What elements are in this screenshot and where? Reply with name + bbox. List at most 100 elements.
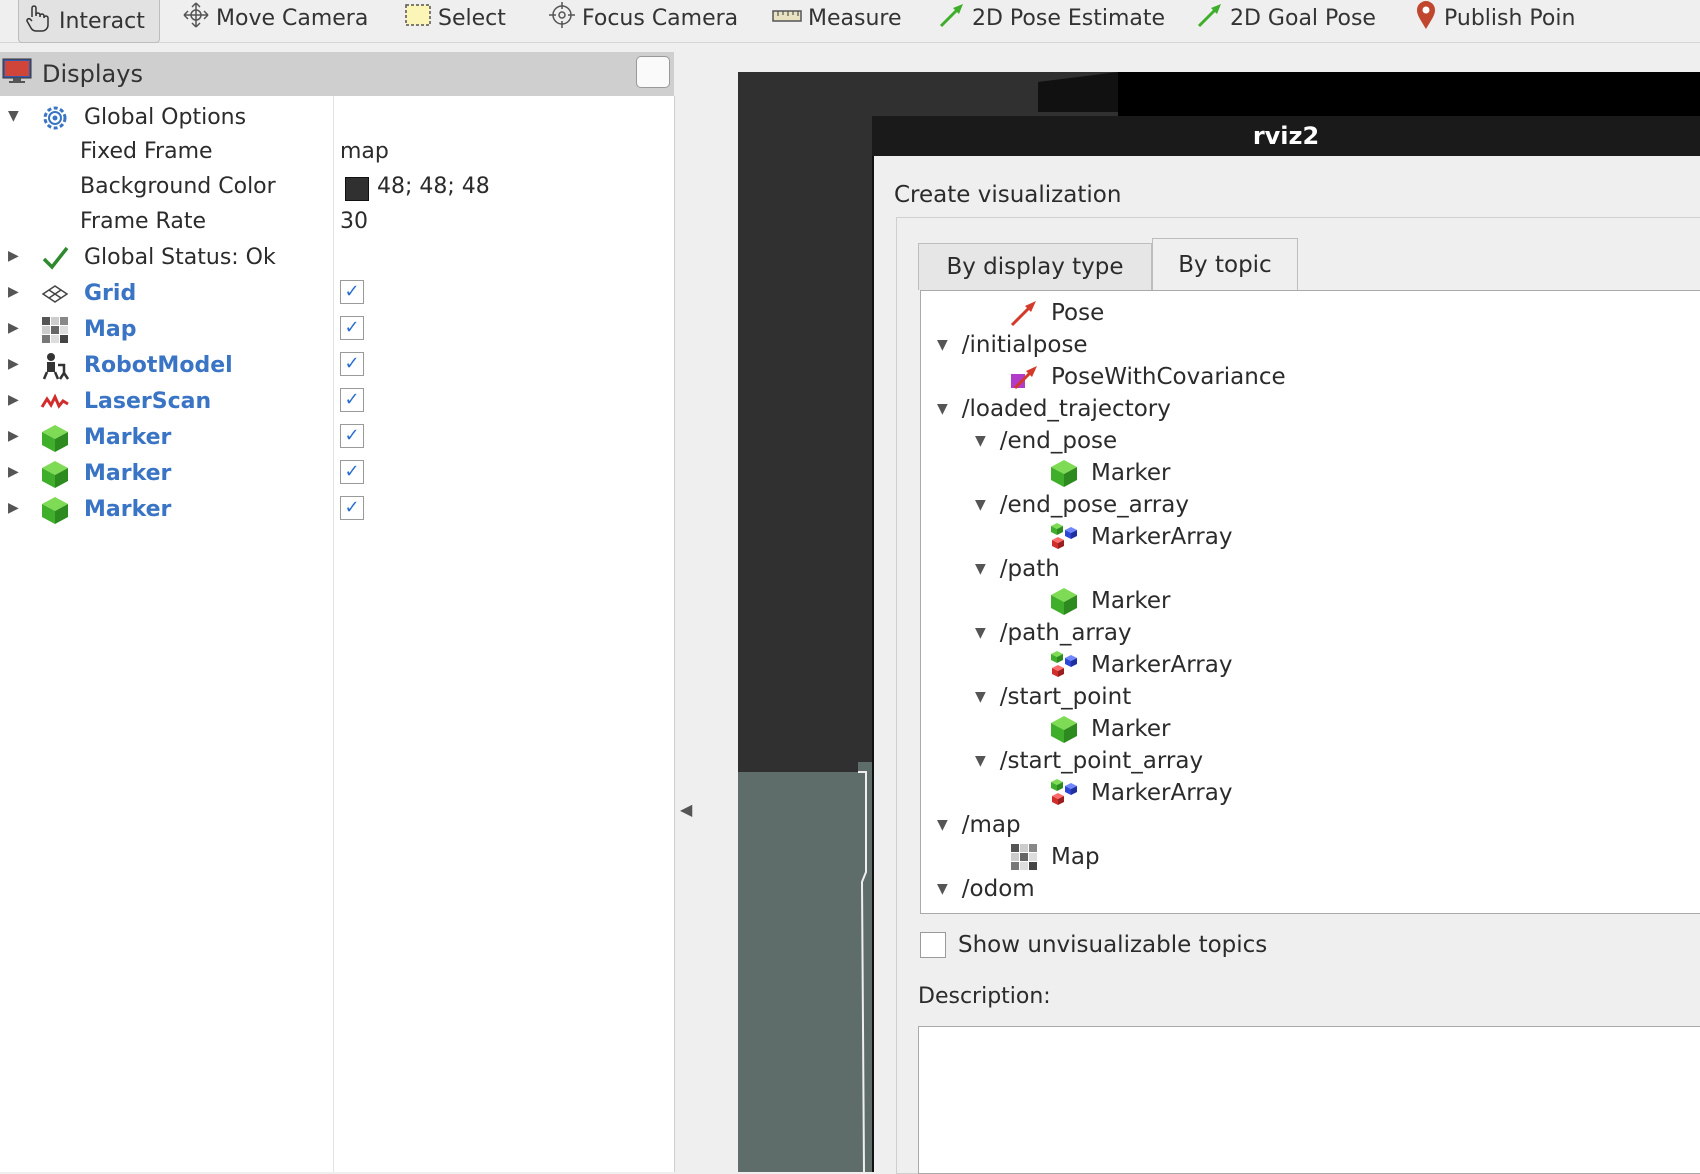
collapsed-arrow-icon[interactable]: ▶ — [8, 464, 19, 480]
move-icon — [182, 1, 210, 35]
tab-by-display-type[interactable]: By display type — [918, 243, 1152, 290]
display-enabled-checkbox[interactable]: ✓ — [340, 316, 364, 340]
display-enabled-checkbox[interactable]: ✓ — [340, 496, 364, 520]
marker-cube-icon — [1049, 714, 1079, 744]
expanded-arrow-icon[interactable]: ▼ — [975, 625, 986, 641]
marker-array-icon — [1049, 522, 1079, 552]
pose-estimate-tool-button[interactable]: 2D Pose Estimate — [938, 0, 1165, 36]
tree-item-marker[interactable]: Marker — [1049, 585, 1171, 617]
display-name: RobotModel — [84, 353, 233, 378]
goal-pose-tool-label: 2D Goal Pose — [1230, 5, 1376, 31]
expanded-arrow-icon[interactable]: ▼ — [975, 433, 986, 449]
show-unvisualizable-checkbox[interactable] — [920, 932, 946, 958]
splitter-collapse-icon[interactable]: ◀ — [680, 800, 692, 826]
marker-array-icon — [1049, 650, 1079, 680]
expanded-arrow-icon[interactable]: ▼ — [975, 561, 986, 577]
collapsed-arrow-icon[interactable]: ▶ — [8, 392, 19, 408]
display-item-map[interactable]: ▶ Map ✓ — [0, 313, 674, 347]
display-name: Map — [84, 317, 137, 342]
frame-rate-label: Frame Rate — [80, 209, 206, 234]
collapsed-arrow-icon[interactable]: ▶ — [8, 500, 19, 516]
marker-cube-icon — [40, 495, 70, 525]
select-tool-button[interactable]: Select — [404, 0, 506, 36]
frame-rate-value[interactable]: 30 — [340, 209, 368, 234]
tree-topic-end-pose[interactable]: ▼ /end_pose — [975, 425, 1117, 457]
tree-topic-end-pose-array[interactable]: ▼ /end_pose_array — [975, 489, 1189, 521]
pose-arrow-icon — [1009, 298, 1039, 328]
publish-point-tool-button[interactable]: Publish Poin — [1414, 0, 1575, 36]
expanded-arrow-icon[interactable]: ▼ — [975, 689, 986, 705]
tree-item-posewithcovariance[interactable]: PoseWithCovariance — [1009, 361, 1286, 393]
expanded-arrow-icon[interactable]: ▼ — [937, 881, 948, 897]
tree-item-markerarray[interactable]: MarkerArray — [1049, 777, 1232, 809]
display-enabled-checkbox[interactable]: ✓ — [340, 352, 364, 376]
tree-topic-path[interactable]: ▼ /path — [975, 553, 1060, 585]
tree-topic-start-point[interactable]: ▼ /start_point — [975, 681, 1131, 713]
topic-tree[interactable]: Pose ▼ /initialpose PoseWithCovariance ▼… — [920, 290, 1700, 914]
display-item-marker[interactable]: ▶ Marker ✓ — [0, 421, 674, 455]
tree-item-label: MarkerArray — [1091, 652, 1233, 678]
expanded-arrow-icon[interactable]: ▼ — [8, 108, 19, 124]
tree-topic-loaded-trajectory[interactable]: ▼ /loaded_trajectory — [937, 393, 1171, 425]
move-camera-tool-button[interactable]: Move Camera — [182, 0, 368, 36]
expanded-arrow-icon[interactable]: ▼ — [975, 497, 986, 513]
display-item-laserscan[interactable]: ▶ LaserScan ✓ — [0, 385, 674, 419]
tree-row-global-options[interactable]: ▼ Global Options — [0, 101, 674, 135]
expanded-arrow-icon[interactable]: ▼ — [937, 817, 948, 833]
tree-row-background-color[interactable]: Background Color 48; 48; 48 — [0, 170, 674, 204]
focus-camera-tool-button[interactable]: Focus Camera — [548, 0, 738, 36]
tree-topic-path-array[interactable]: ▼ /path_array — [975, 617, 1132, 649]
collapsed-arrow-icon[interactable]: ▶ — [8, 284, 19, 300]
tree-item-marker[interactable]: Marker — [1049, 713, 1171, 745]
display-name: Grid — [84, 281, 137, 306]
green-arrow-icon — [938, 1, 966, 35]
collapsed-arrow-icon[interactable]: ▶ — [8, 320, 19, 336]
display-enabled-checkbox[interactable]: ✓ — [340, 388, 364, 412]
display-item-grid[interactable]: ▶ Grid ✓ — [0, 277, 674, 311]
display-item-marker[interactable]: ▶ Marker ✓ — [0, 493, 674, 527]
expanded-arrow-icon[interactable]: ▼ — [937, 401, 948, 417]
tree-item-map[interactable]: Map — [1009, 841, 1100, 873]
tree-item-label: Marker — [1091, 460, 1171, 486]
panel-float-button[interactable] — [636, 56, 670, 88]
tree-item-marker[interactable]: Marker — [1049, 457, 1171, 489]
laser-scan-icon — [40, 387, 70, 417]
tree-topic-map[interactable]: ▼ /map — [937, 809, 1021, 841]
fixed-frame-value[interactable]: map — [340, 139, 389, 164]
display-item-marker[interactable]: ▶ Marker ✓ — [0, 457, 674, 491]
collapsed-arrow-icon[interactable]: ▶ — [8, 248, 19, 264]
tree-topic-odom[interactable]: ▼ /odom — [937, 873, 1035, 905]
tree-item-label: PoseWithCovariance — [1051, 364, 1286, 390]
interact-tool-button[interactable]: Interact — [18, 0, 160, 43]
expanded-arrow-icon[interactable]: ▼ — [937, 337, 948, 353]
display-enabled-checkbox[interactable]: ✓ — [340, 460, 364, 484]
collapsed-arrow-icon[interactable]: ▶ — [8, 356, 19, 372]
display-name: Marker — [84, 461, 172, 486]
background-color-value[interactable]: 48; 48; 48 — [377, 174, 490, 199]
tree-item-pose[interactable]: Pose — [1009, 297, 1104, 329]
dialog-title: rviz2 — [1252, 122, 1320, 150]
display-item-robotmodel[interactable]: ▶ RobotModel ✓ — [0, 349, 674, 383]
collapsed-arrow-icon[interactable]: ▶ — [8, 428, 19, 444]
tree-topic-initialpose[interactable]: ▼ /initialpose — [937, 329, 1088, 361]
display-name: Marker — [84, 497, 172, 522]
color-swatch[interactable] — [345, 177, 369, 201]
display-enabled-checkbox[interactable]: ✓ — [340, 424, 364, 448]
tree-topic-start-point-array[interactable]: ▼ /start_point_array — [975, 745, 1203, 777]
display-enabled-checkbox[interactable]: ✓ — [340, 280, 364, 304]
global-status-label: Global Status: Ok — [84, 245, 276, 270]
tab-by-topic[interactable]: By topic — [1152, 238, 1298, 291]
tree-item-markerarray[interactable]: MarkerArray — [1049, 521, 1232, 553]
tree-item-markerarray[interactable]: MarkerArray — [1049, 649, 1232, 681]
expanded-arrow-icon[interactable]: ▼ — [975, 753, 986, 769]
check-icon — [40, 243, 70, 273]
measure-tool-button[interactable]: Measure — [772, 0, 902, 36]
pose-covariance-icon — [1009, 362, 1039, 392]
gear-icon — [40, 103, 70, 133]
goal-pose-tool-button[interactable]: 2D Goal Pose — [1196, 0, 1376, 36]
grid-icon — [40, 279, 70, 309]
tree-row-global-status[interactable]: ▶ Global Status: Ok — [0, 241, 674, 275]
tree-row-frame-rate[interactable]: Frame Rate 30 — [0, 205, 674, 239]
tree-row-fixed-frame[interactable]: Fixed Frame map — [0, 135, 674, 169]
show-unvisualizable-row[interactable]: Show unvisualizable topics — [920, 928, 1267, 962]
